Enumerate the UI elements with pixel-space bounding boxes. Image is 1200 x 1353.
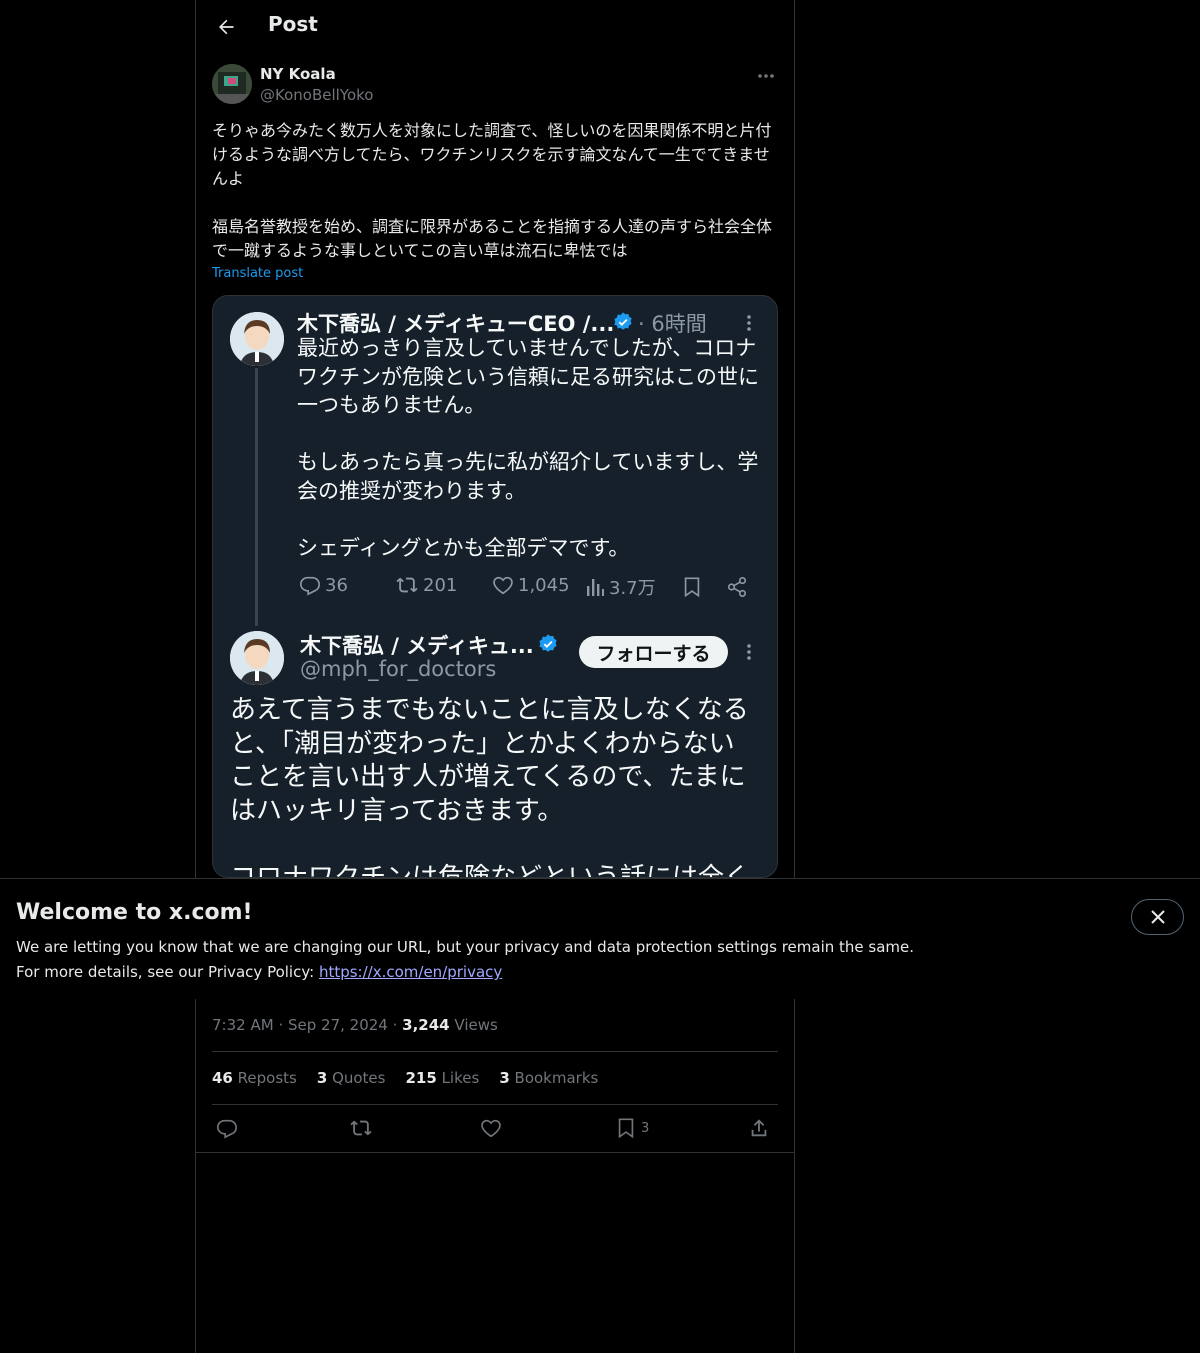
- embedded-repost: 201: [395, 574, 457, 596]
- post-meta: 7:32 AM · Sep 27, 2024 · 3,244 Views: [212, 1016, 498, 1034]
- share-icon: [727, 577, 747, 597]
- author-handle[interactable]: @KonoBellYoko: [260, 86, 373, 104]
- more-icon: [747, 644, 751, 660]
- action-bar: 3: [212, 1115, 778, 1143]
- embedded-reply: 36: [299, 574, 348, 596]
- banner-text: We are letting you know that we are chan…: [16, 935, 914, 985]
- bookmarks-label: Bookmarks: [514, 1069, 599, 1087]
- embedded-views: 3.7万: [585, 574, 656, 600]
- close-icon: [1150, 910, 1165, 924]
- embedded-repost-count: 201: [423, 574, 458, 596]
- page-title: Post: [268, 12, 318, 36]
- main-column: Post NY Koala @KonoBellYoko そりゃあ今みたく数万人を…: [195, 0, 795, 1353]
- repost-button[interactable]: [349, 1117, 373, 1139]
- embedded-reply-count: 36: [325, 574, 348, 596]
- back-arrow-icon: [219, 19, 234, 35]
- post-text: そりゃあ今みたく数万人を対象にした調査で、怪しいのを因果関係不明と片付けるような…: [212, 121, 773, 260]
- embedded-like: 1,045: [492, 574, 570, 596]
- more-button[interactable]: [754, 66, 778, 86]
- repost-icon: [396, 577, 418, 593]
- verified-icon: [539, 634, 557, 652]
- likes-stat[interactable]: 215 Likes: [405, 1069, 479, 1087]
- post-image[interactable]: 木下喬弘 / メディキューCEO /... · 6時間 最近めっきり言及していま…: [212, 295, 778, 878]
- bookmarks-stat: 3 Bookmarks: [499, 1069, 598, 1087]
- welcome-banner: Welcome to x.com! We are letting you kno…: [0, 878, 1200, 999]
- header: Post: [196, 0, 794, 53]
- reposts-count: 46: [212, 1069, 233, 1087]
- bookmark-count: 3: [641, 1120, 650, 1136]
- views-count: 3,244: [402, 1016, 450, 1034]
- banner-line-2-wrap: For more details, see our Privacy Policy…: [16, 960, 914, 985]
- reposts-label: Reposts: [237, 1069, 297, 1087]
- quotes-stat[interactable]: 3 Quotes: [317, 1069, 386, 1087]
- reply-button[interactable]: [216, 1117, 238, 1139]
- bookmarks-count: 3: [499, 1069, 510, 1087]
- reply-icon: [300, 576, 320, 596]
- share-button[interactable]: [748, 1117, 770, 1139]
- bookmark-icon: [684, 577, 700, 598]
- post-date[interactable]: Sep 27, 2024: [288, 1016, 388, 1034]
- author-name[interactable]: NY Koala: [260, 65, 336, 83]
- reply-icon: [217, 1119, 237, 1139]
- avatar[interactable]: [212, 64, 252, 104]
- views-label: Views: [454, 1016, 498, 1034]
- views-icon: [587, 579, 604, 596]
- like-icon: [481, 1119, 501, 1138]
- like-icon: [493, 576, 513, 595]
- banner-line-1: We are letting you know that we are chan…: [16, 938, 915, 956]
- embedded-like-count: 1,045: [518, 574, 570, 596]
- thread-line: [255, 368, 258, 626]
- embedded-name-1-text: 木下喬弘 / メディキューCEO /...: [297, 312, 615, 336]
- privacy-link[interactable]: https://x.com/en/privacy: [319, 963, 502, 981]
- embedded-avatar-1: [230, 312, 284, 366]
- divider: [212, 1104, 778, 1105]
- back-button[interactable]: [212, 13, 240, 41]
- embedded-name-2: 木下喬弘 / メディキュ...: [300, 634, 534, 658]
- close-banner-button[interactable]: [1131, 899, 1184, 935]
- likes-count: 215: [405, 1069, 437, 1087]
- divider: [212, 1051, 778, 1052]
- banner-title: Welcome to x.com!: [16, 900, 253, 925]
- divider: [196, 1152, 794, 1153]
- embedded-avatar-2: [230, 631, 284, 685]
- likes-label: Likes: [441, 1069, 480, 1087]
- bookmark-button[interactable]: 3: [615, 1117, 649, 1139]
- more-icon: [747, 315, 751, 331]
- embedded-follow-button: フォローする: [579, 636, 728, 668]
- embedded-views-count: 3.7万: [609, 578, 656, 599]
- repost-icon: [350, 1120, 372, 1136]
- embedded-text-1: 最近めっきり言及していませんでしたが、コロナワクチンが危険という信頼に足る研究は…: [297, 336, 759, 560]
- banner-line-2: For more details, see our Privacy Policy…: [16, 963, 319, 981]
- more-icon: [758, 74, 774, 78]
- bookmark-icon: [618, 1118, 634, 1139]
- embedded-handle-2: @mph_for_doctors: [300, 657, 497, 681]
- reposts-stat[interactable]: 46 Reposts: [212, 1069, 297, 1087]
- post-author: NY Koala @KonoBellYoko: [212, 64, 778, 108]
- post-time[interactable]: 7:32 AM: [212, 1016, 274, 1034]
- like-button[interactable]: [480, 1117, 502, 1139]
- translate-link[interactable]: Translate post: [212, 266, 303, 281]
- quotes-count: 3: [316, 1069, 328, 1087]
- embedded-text-2: あえて言うまでもないことに言及しなくなると、「潮目が変わった」とかよくわからない…: [230, 695, 751, 878]
- quotes-label: Quotes: [332, 1069, 386, 1087]
- verified-icon: [614, 312, 632, 330]
- post-stats: 46 Reposts 3 Quotes 215 Likes 3 Bookmark…: [212, 1069, 598, 1087]
- share-icon: [751, 1119, 767, 1137]
